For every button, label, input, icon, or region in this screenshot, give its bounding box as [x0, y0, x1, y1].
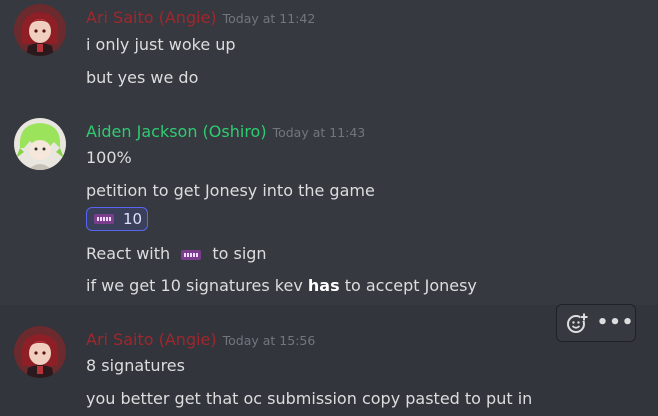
avatar-image	[14, 118, 66, 170]
message-text: but yes we do	[86, 68, 199, 87]
more-options-icon: •••	[596, 312, 635, 333]
timestamp[interactable]: Today at 11:42	[223, 11, 316, 26]
message-text: if we get 10 signatures kev has to accep…	[86, 276, 477, 295]
reaction-button[interactable]: 10	[86, 207, 148, 231]
username[interactable]: Aiden Jackson (Oshiro)	[86, 122, 267, 141]
green-haired-character-avatar[interactable]	[14, 118, 66, 170]
message-header: Ari Saito (Angie) Today at 11:42	[86, 8, 315, 27]
sign-text-start: React with	[86, 244, 171, 263]
chat-messages: Ari Saito (Angie) Today at 11:42 i only j…	[0, 0, 658, 416]
more-options-button[interactable]: •••	[596, 308, 635, 338]
condition-text-start: if we get 10 signatures kev	[86, 276, 303, 295]
add-reaction-button[interactable]	[560, 308, 594, 338]
username[interactable]: Ari Saito (Angie)	[86, 330, 217, 349]
message-text: React with to sign	[86, 244, 267, 263]
add-reaction-icon	[566, 313, 588, 333]
ticket-emoji-icon	[181, 249, 202, 260]
message-text: 100%	[86, 148, 132, 167]
red-haired-character-avatar[interactable]	[14, 326, 66, 378]
message-text: 8 signatures	[86, 356, 185, 375]
message-text: you better get that oc submission copy p…	[86, 389, 533, 408]
reaction-count: 10	[123, 210, 143, 228]
message-text: i only just woke up	[86, 35, 236, 54]
message-toolbar: •••	[556, 304, 636, 342]
message-header: Aiden Jackson (Oshiro) Today at 11:43	[86, 122, 365, 141]
timestamp[interactable]: Today at 15:56	[223, 333, 316, 348]
timestamp[interactable]: Today at 11:43	[273, 125, 366, 140]
red-haired-character-avatar[interactable]	[14, 4, 66, 56]
condition-text-end: to accept Jonesy	[344, 276, 477, 295]
bold-text: has	[307, 276, 340, 295]
username[interactable]: Ari Saito (Angie)	[86, 8, 217, 27]
sign-text-end: to sign	[212, 244, 267, 263]
avatar-image	[14, 4, 66, 56]
avatar-image	[14, 326, 66, 378]
ticket-emoji-icon	[94, 214, 114, 224]
message-header: Ari Saito (Angie) Today at 15:56	[86, 330, 315, 349]
message-text: petition to get Jonesy into the game	[86, 181, 375, 200]
